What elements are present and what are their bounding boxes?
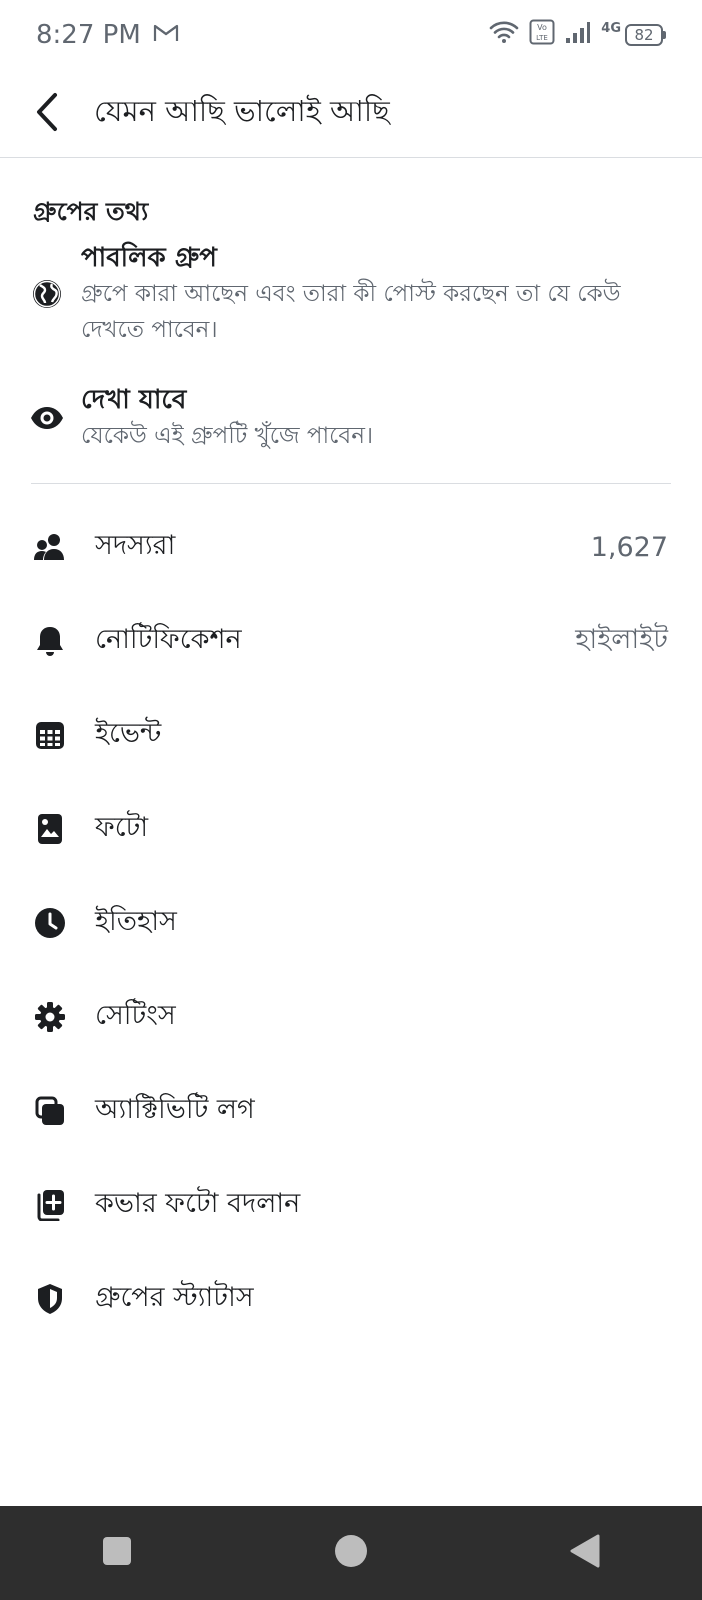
network-type: 4G — [601, 20, 621, 36]
notifications-setting: হাইলাইট — [575, 623, 668, 655]
battery-tip — [663, 31, 666, 39]
menu-label-history: ইতিহাস — [95, 905, 177, 937]
section-divider — [31, 483, 671, 484]
status-left: 8:27 PM — [36, 20, 179, 50]
page-title: যেমন আছি ভালোই আছি — [94, 94, 390, 128]
back-arrow-icon — [33, 92, 63, 136]
menu-item-photos[interactable]: ফটো — [0, 782, 702, 876]
wifi-icon — [489, 20, 519, 51]
menu-item-events[interactable]: ইভেন্ট — [0, 688, 702, 782]
menu-item-notifications[interactable]: নোটিফিকেশন হাইলাইট — [0, 594, 702, 688]
privacy-text: পাবলিক গ্রুপ গ্রুপে কারা আছেন এবং তারা ক… — [81, 240, 671, 348]
calendar-icon — [32, 717, 68, 753]
battery-icon: 82 — [625, 24, 666, 46]
menu-item-settings[interactable]: সেটিংস — [0, 970, 702, 1064]
menu-item-group-status[interactable]: গ্রুপের স্ট্যাটাস — [0, 1252, 702, 1346]
battery-level: 82 — [625, 24, 663, 46]
menu-label-events: ইভেন্ট — [95, 717, 162, 749]
home-button[interactable] — [311, 1513, 391, 1593]
svg-text:Vo: Vo — [537, 23, 547, 32]
bell-icon — [32, 623, 68, 659]
status-right: Vo LTE 4G 82 — [489, 19, 666, 52]
menu-item-change-cover-photo[interactable]: কভার ফটো বদলান — [0, 1158, 702, 1252]
svg-text:LTE: LTE — [536, 34, 548, 42]
circle-icon — [333, 1533, 369, 1573]
visibility-description: যেকেউ এই গ্রুপটি খুঁজে পাবেন। — [81, 423, 374, 449]
gear-icon — [32, 999, 68, 1035]
square-icon — [101, 1535, 133, 1571]
visibility-text: দেখা যাবে যেকেউ এই গ্রুপটি খুঁজে পাবেন। — [81, 382, 671, 454]
shield-icon — [32, 1281, 68, 1317]
status-time: 8:27 PM — [36, 20, 141, 50]
nav-back-button[interactable] — [545, 1513, 625, 1593]
status-bar: 8:27 PM Vo LTE 4G 82 — [0, 0, 702, 70]
system-nav-bar — [0, 1506, 702, 1600]
triangle-back-icon — [568, 1533, 602, 1573]
signal-icon — [565, 20, 591, 51]
menu-item-members[interactable]: সদস্যরা 1,627 — [0, 500, 702, 594]
menu-label-photos: ফটো — [95, 811, 149, 843]
privacy-description-line-2: দেখতে পাবেন। — [81, 317, 218, 343]
menu-label-notifications: নোটিফিকেশন — [95, 623, 242, 655]
group-info-heading: গ্রুপের তথ্য — [33, 197, 149, 226]
gmail-icon — [153, 20, 179, 50]
volte-icon: Vo LTE — [529, 19, 555, 52]
privacy-title: পাবলিক গ্রুপ — [81, 243, 217, 273]
members-count: 1,627 — [590, 531, 668, 563]
activity-log-icon — [32, 1093, 68, 1129]
app-header: যেমন আছি ভালোই আছি — [0, 70, 702, 158]
menu-label-settings: সেটিংস — [95, 999, 176, 1031]
menu-item-activity-log[interactable]: অ্যাক্টিভিটি লগ — [0, 1064, 702, 1158]
menu-label-activity-log: অ্যাক্টিভিটি লগ — [95, 1093, 255, 1125]
members-icon — [32, 529, 68, 565]
menu-label-change-cover-photo: কভার ফটো বদলান — [95, 1187, 301, 1219]
privacy-description-line-1: গ্রুপে কারা আছেন এবং তারা কী পোস্ট করছেন… — [81, 281, 621, 307]
menu-label-members: সদস্যরা — [95, 529, 176, 561]
back-button[interactable] — [18, 84, 78, 144]
privacy-info: পাবলিক গ্রুপ গ্রুপে কারা আছেন এবং তারা ক… — [0, 240, 702, 348]
clock-icon — [32, 905, 68, 941]
visibility-info: দেখা যাবে যেকেউ এই গ্রুপটি খুঁজে পাবেন। — [0, 382, 702, 454]
eye-icon — [29, 400, 65, 436]
menu-label-group-status: গ্রুপের স্ট্যাটাস — [95, 1281, 254, 1313]
recent-apps-button[interactable] — [77, 1513, 157, 1593]
globe-icon — [29, 276, 65, 312]
photo-icon — [32, 811, 68, 847]
add-photo-icon — [32, 1187, 68, 1223]
menu-item-history[interactable]: ইতিহাস — [0, 876, 702, 970]
visibility-title: দেখা যাবে — [81, 385, 187, 415]
